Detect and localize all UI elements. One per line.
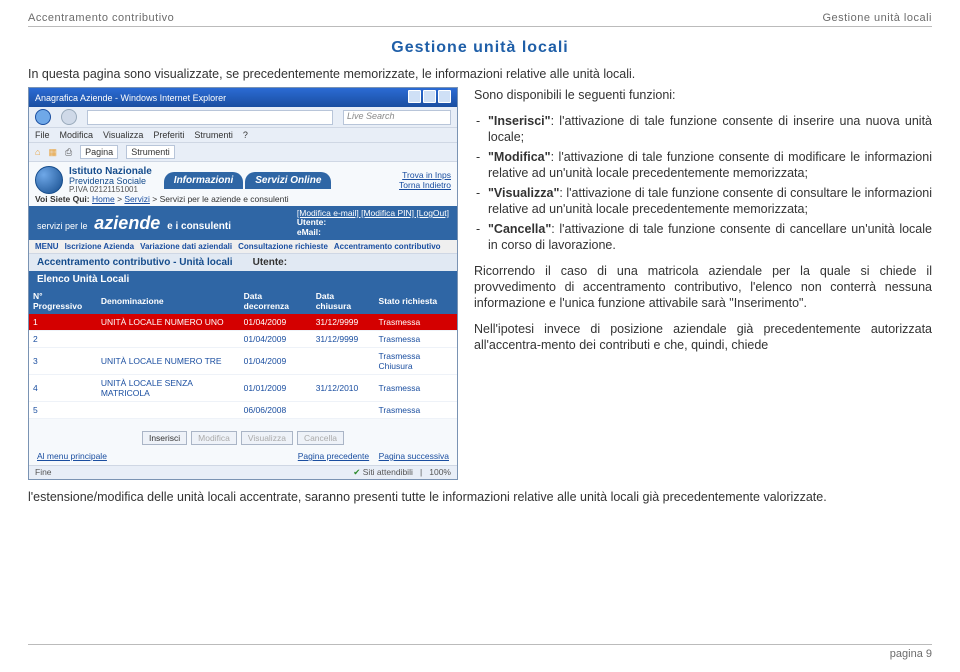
tab-servizi-online[interactable]: Servizi Online	[245, 172, 331, 189]
function-list-item: "Modifica": l'attivazione di tale funzio…	[474, 149, 932, 181]
strip-consulenti: e i consulenti	[167, 221, 231, 232]
menu-edit[interactable]: Modifica	[60, 130, 94, 140]
header-left: Accentramento contributivo	[28, 12, 174, 24]
window-title: Anagrafica Aziende - Windows Internet Ex…	[35, 93, 226, 103]
table-title: Elenco Unità Locali	[29, 271, 457, 288]
ie-statusbar: Fine ✔ Siti attendibili | 100%	[29, 465, 457, 479]
col-num: N° Progressivo	[29, 288, 97, 314]
link-torna-indietro[interactable]: Torna Indietro	[399, 180, 451, 190]
right-text-column: Sono disponibili le seguenti funzioni: "…	[474, 87, 932, 363]
screenshot-mock: Anagrafica Aziende - Windows Internet Ex…	[28, 87, 458, 480]
header-rule	[28, 26, 932, 27]
breadcrumb-current: Servizi per le aziende e consulenti	[160, 194, 289, 204]
ie-command-bar: ⌂ ▦ ⎙ Pagina Strumenti	[29, 143, 457, 162]
address-bar[interactable]	[87, 110, 333, 125]
menu-view[interactable]: Visualizza	[103, 130, 143, 140]
menu-tools[interactable]: Strumenti	[194, 130, 233, 140]
visualizza-button[interactable]: Visualizza	[241, 431, 293, 445]
menu-file[interactable]: File	[35, 130, 50, 140]
ie-menubar[interactable]: File Modifica Visualizza Preferiti Strum…	[29, 128, 457, 143]
col-denom: Denominazione	[97, 288, 240, 314]
function-list-item: "Visualizza": l'attivazione di tale funz…	[474, 185, 932, 217]
col-chius: Data chiusura	[312, 288, 375, 314]
action-buttons: Inserisci Modifica Visualizza Cancella	[29, 419, 457, 449]
nav-fwd-icon[interactable]	[61, 109, 77, 125]
page-title: Gestione unità locali	[28, 39, 932, 57]
feed-icon[interactable]: ▦	[48, 147, 57, 158]
function-list-item: "Cancella": l'attivazione di tale funzio…	[474, 221, 932, 253]
ie-page-button[interactable]: Pagina	[80, 145, 118, 159]
intro-paragraph: In questa pagina sono visualizzate, se p…	[28, 67, 932, 81]
modifica-button[interactable]: Modifica	[191, 431, 237, 445]
function-list: "Inserisci": l'attivazione di tale funzi…	[474, 113, 932, 253]
menu-label: MENU	[35, 242, 59, 251]
breadcrumb-servizi[interactable]: Servizi	[124, 194, 150, 204]
blue-strip: servizi per le aziende e i consulenti [M…	[29, 206, 457, 240]
menu-consultazione[interactable]: Consultazione richieste	[238, 242, 328, 251]
section-title: Accentramento contributivo - Unità local…	[29, 254, 457, 271]
breadcrumb: Voi Siete Qui: Home > Servizi > Servizi …	[29, 194, 457, 206]
window-controls[interactable]	[406, 90, 451, 105]
status-zone: Siti attendibili	[363, 467, 413, 477]
home-icon[interactable]: ⌂	[35, 147, 40, 157]
link-menu-principale[interactable]: Al menu principale	[37, 451, 107, 461]
search-box[interactable]: Live Search	[343, 110, 451, 125]
table-row[interactable]: 201/04/200931/12/9999Trasmessa	[29, 331, 457, 348]
print-icon[interactable]: ⎙	[65, 147, 72, 158]
status-left: Fine	[35, 467, 52, 478]
footer-nav: Al menu principale Pagina precedente Pag…	[29, 449, 457, 465]
brand-name: Istituto Nazionale Previdenza Sociale P.…	[69, 167, 152, 194]
paragraph-3: Nell'ipotesi invece di posizione azienda…	[474, 321, 932, 353]
table-row[interactable]: 506/06/2008Trasmessa	[29, 402, 457, 419]
link-trova-inps[interactable]: Trova in Inps	[402, 170, 451, 180]
bottom-paragraph: l'estensione/modifica delle unità locali…	[28, 490, 932, 504]
tab-informazioni[interactable]: Informazioni	[164, 172, 243, 189]
strip-pre: servizi per le	[37, 221, 88, 231]
inserisci-button[interactable]: Inserisci	[142, 431, 187, 445]
menu-fav[interactable]: Preferiti	[153, 130, 184, 140]
col-stato: Stato richiesta	[375, 288, 457, 314]
section-utente: Utente:	[253, 257, 287, 268]
lead-paragraph: Sono disponibili le seguenti funzioni:	[474, 87, 932, 103]
strip-aziende: aziende	[94, 213, 160, 233]
table-row[interactable]: 4UNITÀ LOCALE SENZA MATRICOLA01/01/20093…	[29, 375, 457, 402]
col-decor: Data decorrenza	[240, 288, 312, 314]
header-right: Gestione unità locali	[822, 12, 932, 24]
link-pagina-successiva[interactable]: Pagina successiva	[379, 451, 449, 461]
menu-help[interactable]: ?	[243, 130, 248, 140]
table-row[interactable]: 1UNITÀ LOCALE NUMERO UNO01/04/200931/12/…	[29, 314, 457, 331]
menu-iscrizione[interactable]: Iscrizione Azienda	[65, 242, 135, 251]
status-zoom[interactable]: 100%	[429, 467, 451, 477]
menu-accentramento[interactable]: Accentramento contributivo	[334, 242, 441, 251]
email-label: eMail:	[297, 227, 321, 237]
app-menu-row: MENU Iscrizione Azienda Variazione dati …	[29, 240, 457, 254]
nav-back-icon[interactable]	[35, 109, 51, 125]
function-list-item: "Inserisci": l'attivazione di tale funzi…	[474, 113, 932, 145]
cancella-button[interactable]: Cancella	[297, 431, 344, 445]
breadcrumb-home[interactable]: Home	[92, 194, 115, 204]
paragraph-2: Ricorrendo il caso di una matricola azie…	[474, 263, 932, 311]
link-pagina-precedente[interactable]: Pagina precedente	[298, 451, 369, 461]
menu-variazione[interactable]: Variazione dati aziendali	[140, 242, 232, 251]
elenco-table: N° Progressivo Denominazione Data decorr…	[29, 288, 457, 419]
inps-logo-icon	[35, 166, 63, 194]
table-row[interactable]: 3UNITÀ LOCALE NUMERO TRE01/04/2009Trasme…	[29, 348, 457, 375]
ie-tools-button[interactable]: Strumenti	[126, 145, 175, 159]
page-footer: pagina 9	[28, 644, 932, 660]
